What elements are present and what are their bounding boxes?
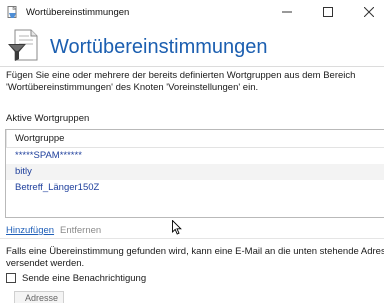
description-line-2: 'Wortübereinstimmungen' des Knoten 'Vore… xyxy=(6,82,259,93)
active-groups-label: Aktive Wortgruppen xyxy=(6,113,90,124)
page-title: Wortübereinstimmungen xyxy=(50,36,268,58)
list-item[interactable]: *****SPAM****** xyxy=(6,148,384,164)
close-icon xyxy=(364,7,374,17)
app-icon xyxy=(7,6,17,18)
mouse-cursor-icon xyxy=(172,220,182,235)
maximize-button[interactable] xyxy=(309,0,349,24)
minimize-icon xyxy=(282,11,292,13)
close-button[interactable] xyxy=(350,0,384,24)
section-divider xyxy=(0,238,384,239)
notification-info-line-2: versendet werden. xyxy=(6,258,85,269)
add-link[interactable]: Hinzufügen xyxy=(6,225,54,236)
description: Fügen Sie eine oder mehrere der bereits … xyxy=(6,70,384,94)
header-divider xyxy=(0,66,384,67)
remove-link[interactable]: Entfernen xyxy=(60,225,101,236)
list-item-label: *****SPAM****** xyxy=(15,150,82,161)
list-item-label: bitly xyxy=(15,166,32,177)
list-item[interactable]: Betreff_Länger150Z xyxy=(6,180,384,196)
document-funnel-icon xyxy=(8,29,38,61)
maximize-icon xyxy=(323,7,333,17)
send-notification-label[interactable]: Sende eine Benachrichtigung xyxy=(22,273,146,284)
notification-info-line-1: Falls eine Übereinstimmung gefunden wird… xyxy=(6,246,384,257)
address-column-header: Adresse xyxy=(14,291,64,303)
description-line-1: Fügen Sie eine oder mehrere der bereits … xyxy=(6,70,356,81)
address-label: Adresse xyxy=(25,293,59,303)
column-separator xyxy=(6,130,7,147)
title-bar: Wortübereinstimmungen xyxy=(0,0,384,26)
notification-info: Falls eine Übereinstimmung gefunden wird… xyxy=(6,246,384,270)
minimize-button[interactable] xyxy=(268,0,308,24)
window-title: Wortübereinstimmungen xyxy=(26,7,130,18)
column-header-wortgruppe[interactable]: Wortgruppe xyxy=(15,133,64,144)
list-item[interactable]: bitly xyxy=(6,164,384,180)
word-group-list[interactable]: Wortgruppe *****SPAM****** bitly Betreff… xyxy=(5,129,384,218)
list-item-label: Betreff_Länger150Z xyxy=(15,182,100,193)
list-header: Wortgruppe xyxy=(6,130,384,148)
send-notification-checkbox[interactable] xyxy=(6,273,16,283)
